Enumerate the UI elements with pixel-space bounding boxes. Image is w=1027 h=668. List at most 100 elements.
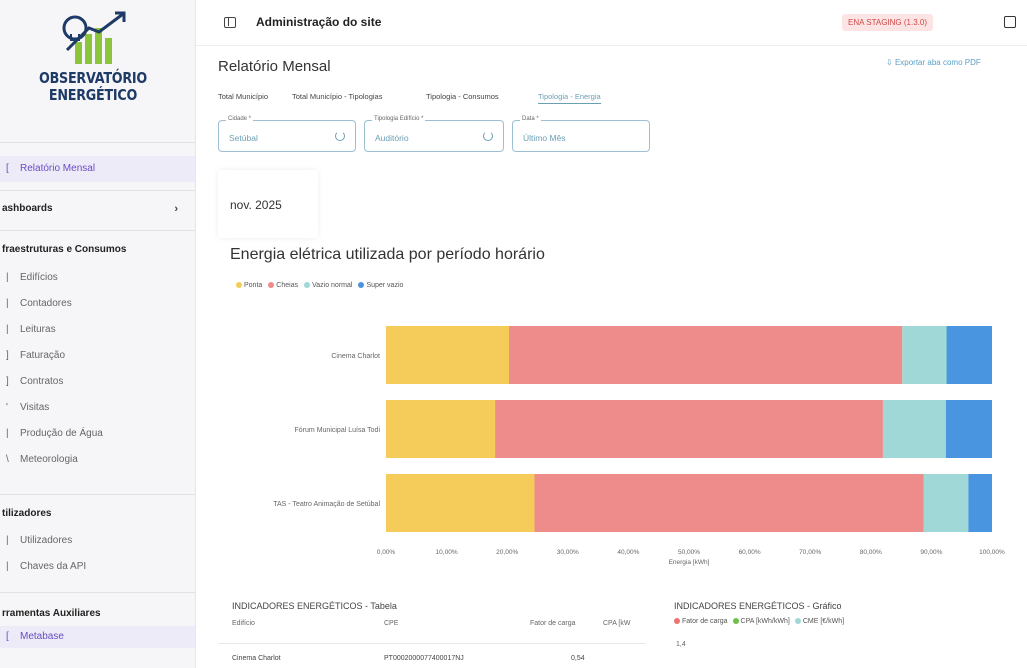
legend-label: Fator de carga — [682, 618, 728, 625]
main-content: Relatório Mensal ⇩ Exportar aba como PDF… — [196, 46, 1027, 668]
legend-label: CME [€/kWh] — [802, 618, 845, 625]
city-select[interactable]: Cidade * Setúbal — [218, 116, 356, 152]
bullet-icon: | — [6, 428, 9, 439]
column-header-edificio[interactable]: Edifício — [232, 620, 255, 627]
tab-total-municipio-tipologias[interactable]: Total Município - Tipologias — [292, 92, 382, 101]
bullet-icon: [ — [6, 631, 9, 642]
legend-item[interactable]: Vazio normal — [304, 282, 352, 289]
logo: OBSERVATÓRIO ENERGÉTICO — [28, 8, 158, 128]
bar-segment[interactable] — [946, 326, 992, 384]
building-type-label: Tipologia Edifício * — [372, 116, 426, 122]
sidebar-item-relatorio-mensal[interactable]: [ Relatório Mensal — [0, 156, 195, 182]
indicators-table-title: INDICADORES ENERGÉTICOS - Tabela — [232, 601, 397, 611]
sidebar-toggle-icon[interactable] — [224, 17, 236, 28]
x-tick-label: 80,00% — [860, 549, 882, 556]
sidebar-item-label: Edifícios — [20, 272, 58, 283]
sidebar-section-infra: fraestruturas e Consumos — [2, 244, 127, 255]
sidebar-divider — [0, 494, 195, 495]
legend-swatch — [732, 618, 739, 624]
export-label: Exportar aba como PDF — [894, 58, 981, 67]
x-tick-label: 90,00% — [920, 549, 942, 556]
legend-swatch — [268, 282, 275, 288]
bar-segment[interactable] — [386, 474, 535, 532]
bar-segment[interactable] — [495, 400, 883, 458]
indicators-section: INDICADORES ENERGÉTICOS - Tabela Edifíci… — [218, 593, 1018, 668]
indicators-graph-title: INDICADORES ENERGÉTICOS - Gráfico — [674, 601, 842, 611]
logo-line2: ENERGÉTICO — [48, 86, 138, 104]
month-label: nov. 2025 — [230, 198, 282, 212]
sidebar-item-label: Leituras — [20, 324, 56, 335]
sidebar-section-users: tilizadores — [2, 508, 52, 519]
chart-title: Energia elétrica utilizada por período h… — [230, 246, 545, 263]
legend-item[interactable]: Cheias — [268, 282, 298, 289]
bullet-icon: \ — [6, 454, 9, 465]
bar-segment[interactable] — [945, 400, 992, 458]
env-badge: ENA STAGING (1.3.0) — [842, 14, 933, 31]
column-header-fator[interactable]: Fator de carga — [530, 620, 576, 627]
bar-segment[interactable] — [968, 474, 992, 532]
bullet-icon: | — [6, 561, 9, 572]
cell-cpe: PT0002000077400017NJ — [384, 655, 464, 662]
legend-item[interactable]: Ponta — [236, 282, 262, 289]
column-header-cpa[interactable]: CPA [kW — [603, 620, 630, 627]
date-select[interactable]: Data * Último Mês — [512, 116, 650, 152]
graph-y-tick: 1,4 — [676, 641, 686, 648]
x-tick-label: 100,00% — [979, 549, 1005, 556]
city-select-value: Setúbal — [229, 133, 258, 143]
bar-segment[interactable] — [902, 326, 947, 384]
x-tick-label: 20,00% — [496, 549, 518, 556]
graph-legend: Fator de carga CPA [kWh/kWh] CME [€/kWh] — [674, 618, 849, 625]
legend-label: Vazio normal — [312, 282, 353, 289]
sidebar-item-label: Utilizadores — [20, 535, 73, 546]
cell-fator: 0,54 — [571, 655, 585, 662]
reset-icon[interactable] — [335, 131, 345, 141]
bar-segment[interactable] — [509, 326, 903, 384]
x-tick-label: 0,00% — [377, 549, 396, 556]
y-tick-label: Fórum Municipal Luísa Todi — [295, 427, 381, 434]
legend-item[interactable]: Super vazio — [358, 282, 403, 289]
sidebar-item-dashboards[interactable]: ashboards › — [0, 203, 195, 215]
table-divider — [218, 643, 646, 644]
column-header-cpe[interactable]: CPE — [384, 620, 398, 627]
x-tick-label: 40,00% — [617, 549, 639, 556]
export-pdf-link[interactable]: ⇩ Exportar aba como PDF — [886, 58, 981, 67]
graph-legend-item[interactable]: CME [€/kWh] — [794, 618, 845, 625]
download-icon: ⇩ — [886, 58, 895, 67]
legend-label: CPA [kWh/kWh] — [740, 618, 790, 625]
cell-edificio: Cinema Charlot — [232, 655, 281, 662]
bullet-icon: ] — [6, 350, 9, 361]
bullet-icon: | — [6, 324, 9, 335]
bar-segment[interactable] — [882, 400, 946, 458]
building-type-select[interactable]: Tipologia Edifício * Auditório — [364, 116, 504, 152]
date-select-value: Último Mês — [523, 133, 566, 143]
bar-segment[interactable] — [386, 326, 510, 384]
sidebar-item-metabase[interactable]: [ Metabase — [0, 626, 195, 648]
x-tick-label: 50,00% — [678, 549, 700, 556]
bar-segment[interactable] — [534, 474, 924, 532]
tab-tipologia-consumos[interactable]: Tipologia - Consumos — [426, 92, 499, 101]
sidebar: OBSERVATÓRIO ENERGÉTICO [ Relatório Mens… — [0, 0, 196, 668]
sidebar-divider — [0, 142, 195, 143]
tab-tipologia-energia[interactable]: Tipologia - Energia — [538, 92, 601, 104]
sidebar-item-label: Faturação — [20, 350, 66, 361]
site-title: Administração do site — [256, 15, 382, 29]
x-tick-label: 70,00% — [799, 549, 821, 556]
sidebar-item-label: Contadores — [20, 298, 72, 309]
logo-line1: OBSERVATÓRIO — [38, 69, 148, 87]
y-tick-label: TAS - Teatro Animação de Setúbal — [273, 501, 380, 508]
bar-segment[interactable] — [386, 400, 496, 458]
graph-legend-item[interactable]: Fator de carga — [674, 618, 728, 625]
legend-swatch — [674, 618, 680, 624]
stacked-bar-chart: Cinema Charlot Fórum Municipal Luísa Todi… — [273, 326, 1005, 566]
sidebar-item-label: Chaves da API — [20, 561, 87, 572]
bar-segment[interactable] — [923, 474, 969, 532]
reset-icon[interactable] — [483, 131, 493, 141]
bullet-icon: ' — [6, 402, 8, 413]
building-type-value: Auditório — [375, 133, 409, 143]
graph-legend-item[interactable]: CPA [kWh/kWh] — [732, 618, 790, 625]
date-select-label: Data * — [520, 116, 541, 122]
window-icon[interactable] — [1004, 16, 1016, 28]
sidebar-item-label: Produção de Água — [20, 428, 103, 439]
tab-total-municipio[interactable]: Total Município — [218, 92, 268, 101]
legend-swatch — [304, 282, 311, 288]
